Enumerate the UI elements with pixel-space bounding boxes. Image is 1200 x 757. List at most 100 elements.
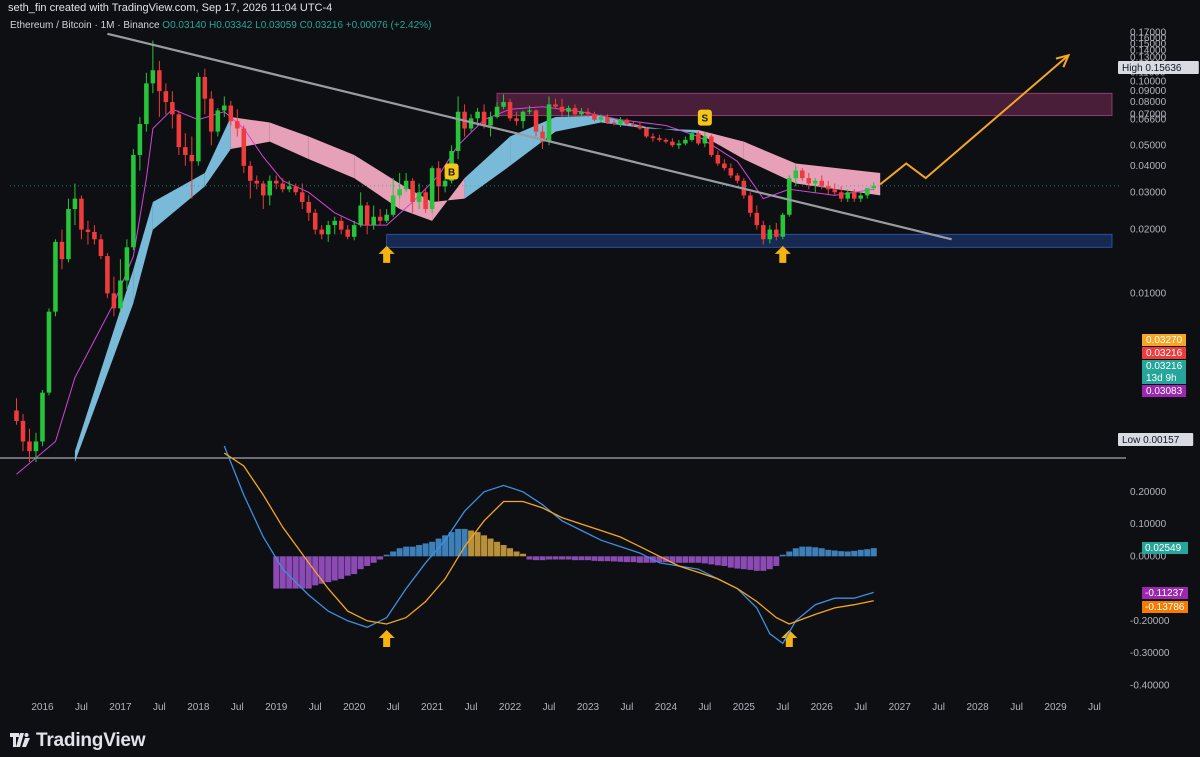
candle-body bbox=[254, 180, 260, 184]
candle bbox=[520, 110, 526, 129]
histogram-bar bbox=[584, 556, 591, 561]
histogram-bar bbox=[390, 551, 397, 557]
macd-line bbox=[223, 445, 874, 645]
price-axis-tick: 0.09000 bbox=[1130, 86, 1167, 97]
histogram-bar bbox=[546, 556, 552, 560]
candle-body bbox=[735, 175, 740, 181]
candle-body bbox=[72, 198, 78, 210]
histogram-bar bbox=[565, 556, 572, 560]
candle bbox=[66, 198, 71, 263]
histogram-bar bbox=[721, 556, 728, 566]
candle bbox=[59, 229, 65, 270]
histogram-bar bbox=[513, 551, 520, 557]
candle-body bbox=[196, 77, 201, 162]
macd-value-tag-text: 0.02549 bbox=[1145, 543, 1182, 554]
time-axis-tick: Jul bbox=[543, 702, 556, 713]
candle bbox=[364, 201, 370, 235]
signal-label: B bbox=[448, 168, 455, 179]
histogram-bar bbox=[682, 556, 689, 563]
candle-body bbox=[793, 170, 799, 179]
high-label: High 0.15636 bbox=[1118, 61, 1199, 74]
candle-body bbox=[27, 441, 32, 452]
candle-body bbox=[644, 128, 649, 137]
candle-body bbox=[124, 247, 130, 281]
candle-body bbox=[33, 441, 39, 452]
candle-body bbox=[79, 198, 84, 230]
brand-name: TradingView bbox=[36, 730, 146, 751]
candle-body bbox=[494, 106, 500, 117]
candle-body bbox=[501, 102, 506, 107]
candle-body bbox=[832, 189, 838, 193]
candle bbox=[332, 216, 337, 235]
candle bbox=[663, 138, 669, 144]
candle bbox=[105, 253, 110, 299]
histogram-bar bbox=[747, 556, 754, 570]
projection-path bbox=[879, 54, 1070, 186]
candle-body bbox=[663, 139, 669, 142]
candle bbox=[351, 220, 357, 241]
candle-body bbox=[280, 183, 286, 190]
candle bbox=[183, 133, 188, 166]
candle-body bbox=[436, 168, 441, 187]
candle-body bbox=[260, 183, 266, 196]
candle-body bbox=[507, 102, 513, 119]
time-axis-tick: 2016 bbox=[31, 702, 54, 713]
time-axis-tick: 2022 bbox=[499, 702, 522, 713]
histogram-bar bbox=[630, 556, 637, 563]
candle-body bbox=[299, 192, 305, 202]
candle-body bbox=[273, 180, 279, 184]
histogram-bar bbox=[786, 551, 793, 557]
histogram-bar bbox=[695, 556, 702, 563]
candle bbox=[384, 209, 389, 223]
candle bbox=[72, 183, 78, 226]
chart-canvas[interactable]: 0.170000.160000.150000.140000.130000.120… bbox=[0, 0, 1200, 757]
histogram-bar bbox=[370, 556, 377, 563]
tradingview-logo[interactable]: TradingView bbox=[10, 730, 146, 752]
candle bbox=[676, 139, 682, 150]
candle bbox=[650, 133, 656, 142]
candle-body bbox=[754, 212, 760, 226]
histogram-bar bbox=[481, 535, 488, 557]
symbol-legend[interactable]: Ethereum / Bitcoin · 1M · Binance O0.031… bbox=[10, 20, 431, 31]
candle bbox=[92, 225, 97, 245]
histogram-bar bbox=[572, 556, 578, 561]
candle bbox=[312, 209, 318, 235]
time-axis-tick: Jul bbox=[621, 702, 634, 713]
candle-body bbox=[702, 136, 708, 144]
macd-value-tag-text: -0.11237 bbox=[1145, 588, 1184, 599]
candle-body bbox=[416, 192, 422, 202]
candle-body bbox=[14, 410, 19, 421]
histogram-bar bbox=[448, 532, 455, 557]
candle-body bbox=[202, 77, 208, 99]
histogram-bar bbox=[344, 556, 351, 576]
candle bbox=[27, 428, 32, 462]
candle-body bbox=[157, 70, 162, 92]
histogram-bar bbox=[623, 556, 630, 563]
signal-line bbox=[223, 452, 874, 625]
histogram-bar bbox=[461, 528, 468, 557]
candle-body bbox=[871, 185, 876, 189]
histogram-bar bbox=[520, 553, 527, 557]
moving-average-line bbox=[16, 106, 874, 475]
candle-body bbox=[429, 168, 435, 210]
candle-body bbox=[481, 111, 487, 126]
time-axis-tick: Jul bbox=[75, 702, 88, 713]
histogram-bar bbox=[403, 546, 410, 557]
histogram-bar bbox=[766, 556, 773, 570]
histogram-bar bbox=[416, 545, 423, 557]
histogram-bar bbox=[338, 556, 345, 579]
histogram-bar bbox=[279, 556, 286, 589]
candle bbox=[299, 183, 305, 210]
candle-body bbox=[780, 214, 786, 237]
candle-body bbox=[709, 136, 714, 155]
symbol-name[interactable]: Ethereum / Bitcoin · 1M · Binance bbox=[10, 20, 160, 31]
time-axis-tick: Jul bbox=[387, 702, 400, 713]
histogram-bar bbox=[617, 556, 624, 562]
macd-value-tag: -0.13786 bbox=[1142, 601, 1188, 613]
candle bbox=[14, 398, 19, 425]
candle bbox=[170, 91, 175, 129]
histogram-bar bbox=[864, 549, 871, 557]
candle-body bbox=[176, 114, 182, 148]
histogram-bar bbox=[409, 546, 416, 557]
candle-body bbox=[209, 98, 214, 132]
